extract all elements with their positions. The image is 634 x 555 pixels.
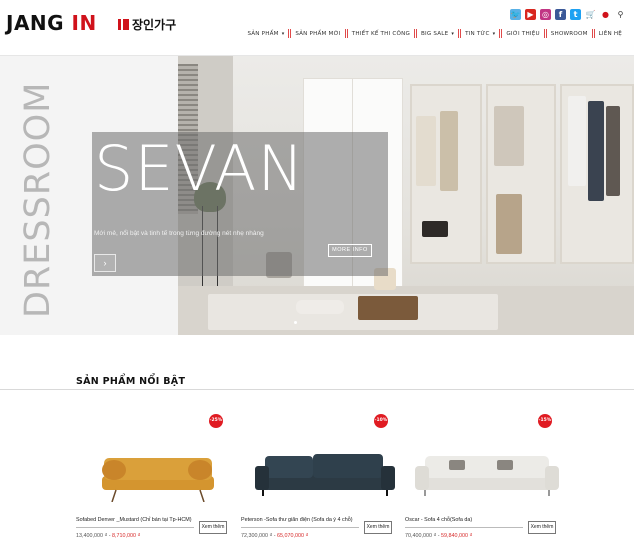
chevron-down-icon: ▾ [281, 30, 285, 37]
nav-item[interactable]: LIÊN HỆ [595, 31, 626, 37]
hero-cloth [606, 106, 620, 196]
hero-cloth [568, 96, 586, 186]
hero-bag [422, 221, 448, 237]
nav-item[interactable]: BIG SALE ▾ [417, 31, 458, 37]
product-name-underline [76, 527, 194, 528]
hero-ottoman [358, 296, 418, 320]
view-more-button[interactable]: Xem thêm [199, 521, 227, 534]
youtube-icon[interactable]: ▶ [525, 9, 536, 20]
hero-vertical-text: DRESSROOM [18, 81, 58, 318]
hero-cushion [296, 300, 344, 314]
product-name-underline [405, 527, 523, 528]
hero-description: Mới mẻ, nổi bật và tinh tế trong từng đư… [94, 230, 264, 237]
product-image[interactable] [76, 440, 236, 502]
product-name[interactable]: Oscar - Sofa 4 chỗ(Sofa da) [405, 516, 523, 525]
discount-badge: -25% [209, 414, 223, 428]
old-price: 13,400,000 ₫ [76, 533, 108, 539]
nav-item[interactable]: TIN TỨC ▾ [461, 31, 499, 37]
hero-banner: DRESSROOM SEVAN Mới mẻ, nổi bật và tinh … [0, 56, 634, 338]
instagram-icon[interactable]: ◎ [540, 9, 551, 20]
hero-rug [208, 294, 498, 330]
twitter-icon[interactable]: t [570, 9, 581, 20]
brand-logo[interactable]: JANG IN [6, 11, 97, 35]
discount-badge: -15% [538, 414, 552, 428]
nav-item[interactable]: GIỚI THIỆU [502, 31, 543, 37]
hero-title: SEVAN [94, 132, 305, 205]
product-price: 70,400,000 ₫ - 59,840,000 ₫ [405, 533, 472, 539]
nav-item[interactable]: SẢN PHẨM MỚI [291, 31, 344, 37]
discount-badge: -10% [374, 414, 388, 428]
product-card[interactable]: -10% Peterson -Sofa thư giãn điện (Sofa … [241, 414, 401, 549]
sale-price: 59,840,000 ₫ [441, 533, 473, 539]
section-title: SẢN PHẨM NỔI BẬT [76, 376, 186, 387]
nav-item-label: SHOWROOM [550, 30, 588, 37]
brand-logo-korean[interactable]: 장인가구 [118, 16, 176, 33]
hero-cloth [494, 106, 524, 166]
product-image[interactable] [405, 440, 565, 502]
facebook-icon[interactable]: f [555, 9, 566, 20]
chevron-down-icon: ▾ [451, 30, 455, 37]
hero-next-arrow-icon[interactable]: › [94, 254, 116, 272]
brand-mark-icon [118, 19, 129, 30]
brand-name-korean: 장인가구 [132, 18, 177, 32]
hero-cloth [440, 111, 458, 191]
brand-name: JANG [6, 11, 72, 35]
nav-item-label: BIG SALE [421, 30, 449, 37]
product-card[interactable]: -25% Sofabed Denver _Mustard (Chỉ bán tạ… [76, 414, 236, 549]
sale-price: 65,070,000 ₫ [277, 533, 309, 539]
social-icons: 🐦 ▶ ◎ f t 🛒 ● ⚲ [510, 9, 626, 20]
nav-item-label: GIỚI THIỆU [506, 30, 540, 37]
product-name[interactable]: Peterson -Sofa thư giãn điện (Sofa da ý … [241, 516, 359, 525]
nav-item[interactable]: SHOWROOM [547, 31, 592, 37]
hero-cloth [416, 116, 436, 186]
product-price: 13,400,000 ₫ - 8,710,000 ₫ [76, 533, 140, 539]
hero-cloth [588, 101, 604, 201]
nav-item-label: THIẾT KẾ THI CÔNG [351, 30, 411, 37]
nav-item-label: LIÊN HỆ [598, 30, 622, 37]
cart-icon[interactable]: 🛒 [585, 9, 596, 20]
section-divider [0, 389, 634, 390]
nav-item[interactable]: THIẾT KẾ THI CÔNG [348, 31, 414, 37]
product-card[interactable]: -15% Oscar - Sofa 4 chỗ(Sofa da) Xem thê… [405, 414, 565, 549]
old-price: 72,300,000 ₫ [241, 533, 273, 539]
main-nav: SẢN PHẨM ▾ SẢN PHẨM MỚI THIẾT KẾ THI CÔNG BI… [244, 29, 627, 38]
product-name-underline [241, 527, 359, 528]
product-name[interactable]: Sofabed Denver _Mustard (Chỉ bán tại Tp-… [76, 516, 194, 525]
product-image[interactable] [241, 440, 401, 502]
user-icon[interactable]: ● [600, 9, 611, 20]
twitter-bird-icon[interactable]: 🐦 [510, 9, 521, 20]
nav-item[interactable]: SẢN PHẨM ▾ [244, 31, 289, 37]
view-more-button[interactable]: Xem thêm [528, 521, 556, 534]
chevron-down-icon: ▾ [492, 30, 496, 37]
product-price: 72,300,000 ₫ - 65,070,000 ₫ [241, 533, 308, 539]
search-icon[interactable]: ⚲ [615, 9, 626, 20]
nav-item-label: TIN TỨC [465, 30, 490, 37]
more-info-button[interactable]: MORE INFO [328, 244, 372, 257]
old-price: 70,400,000 ₫ [405, 533, 437, 539]
nav-item-label: SẢN PHẨM [247, 30, 279, 37]
view-more-button[interactable]: Xem thêm [364, 521, 392, 534]
hero-bottom-edge [0, 335, 634, 338]
sale-price: 8,710,000 ₫ [112, 533, 141, 539]
nav-item-label: SẢN PHẨM MỚI [295, 30, 341, 37]
brand-name-accent: IN [71, 11, 97, 35]
hero-cloth [496, 194, 522, 254]
site-header: JANG IN 장인가구 🐦 ▶ ◎ f t 🛒 ● ⚲ SẢN PHẨM ▾ SẢN PHẨM … [0, 0, 634, 56]
slider-dot[interactable] [294, 321, 297, 324]
